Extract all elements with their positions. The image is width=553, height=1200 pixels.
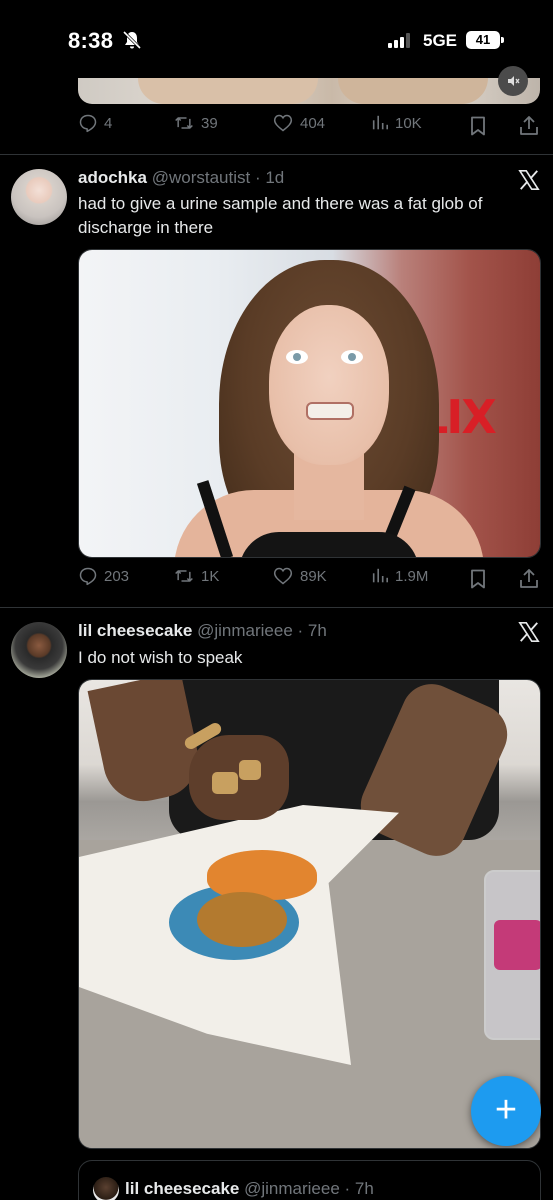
quoted-tweet[interactable]: lil cheesecake @jinmarieee · 7h [78, 1160, 541, 1200]
tweet-photo[interactable]: LIX [78, 249, 541, 558]
like-button[interactable]: 404 [272, 113, 325, 133]
retweet-count: 39 [201, 114, 218, 132]
retweet-count: 1K [201, 567, 220, 585]
views-icon [372, 568, 389, 583]
x-logo-icon [518, 622, 540, 642]
divider [0, 154, 553, 155]
views-button[interactable]: 10K [371, 113, 422, 133]
previous-tweet-actions: 4 39 404 10K [0, 113, 553, 141]
views-count: 1.9M [395, 567, 429, 585]
tweet-photo[interactable] [78, 679, 541, 1149]
reply-count: 4 [104, 114, 113, 132]
heart-icon [273, 567, 293, 585]
reply-button[interactable]: 4 [78, 113, 112, 133]
signal-icon [388, 33, 410, 48]
timestamp[interactable]: 1d [265, 168, 284, 187]
views-button[interactable]: 1.9M [371, 566, 428, 586]
tweet-actions: 203 1K 89K 1.9M [0, 566, 553, 594]
timestamp: 7h [354, 1179, 374, 1198]
display-name[interactable]: lil cheesecake [78, 621, 192, 640]
reply-icon [79, 114, 97, 133]
views-icon [372, 115, 389, 130]
handle[interactable]: @worstautist [152, 168, 251, 187]
display-name: lil cheesecake [125, 1179, 240, 1198]
avatar[interactable] [11, 169, 67, 225]
tweet-header: lil cheesecake @jinmarieee · 7h [78, 621, 327, 641]
display-name[interactable]: adochka [78, 168, 147, 187]
avatar [93, 1177, 119, 1200]
retweet-icon [175, 117, 193, 129]
previous-tweet-media[interactable] [78, 78, 540, 104]
dot-separator: · [250, 168, 266, 187]
avatar[interactable] [11, 622, 67, 678]
like-button[interactable]: 89K [272, 566, 327, 586]
tweet-text: had to give a urine sample and there was… [78, 194, 483, 237]
share-icon[interactable] [519, 568, 539, 590]
status-time: 8:38 [68, 28, 114, 53]
x-logo-icon [518, 170, 540, 190]
retweet-button[interactable]: 39 [173, 113, 218, 133]
status-bar: 8:38 5GE 41 [0, 0, 553, 78]
share-icon[interactable] [519, 115, 539, 137]
dot-separator: · [292, 621, 308, 640]
timestamp[interactable]: 7h [308, 621, 327, 640]
mute-icon [508, 76, 520, 86]
compose-button[interactable]: + [471, 1076, 541, 1146]
battery-icon: 41 [466, 31, 500, 49]
battery-tip [501, 37, 504, 43]
divider [0, 607, 553, 608]
reply-button[interactable]: 203 [78, 566, 129, 586]
tweet-text: I do not wish to speak [78, 648, 243, 667]
bell-off-icon [122, 30, 142, 50]
reply-icon [79, 567, 97, 586]
mute-video-button[interactable] [498, 66, 528, 96]
bookmark-icon[interactable] [469, 116, 487, 136]
like-count: 404 [300, 114, 326, 132]
network-label: 5GE [423, 31, 458, 50]
bookmark-icon[interactable] [469, 569, 487, 589]
tweet-header: adochka @worstautist · 1d [78, 168, 284, 188]
retweet-icon [175, 570, 193, 582]
like-count: 89K [300, 567, 327, 585]
reply-count: 203 [104, 567, 130, 585]
dot-separator: · [339, 1179, 355, 1198]
handle: @jinmarieee [244, 1179, 340, 1198]
handle[interactable]: @jinmarieee [197, 621, 293, 640]
retweet-button[interactable]: 1K [173, 566, 219, 586]
views-count: 10K [395, 114, 422, 132]
heart-icon [273, 114, 293, 132]
quoted-tweet-header: lil cheesecake @jinmarieee · 7h [125, 1179, 374, 1199]
